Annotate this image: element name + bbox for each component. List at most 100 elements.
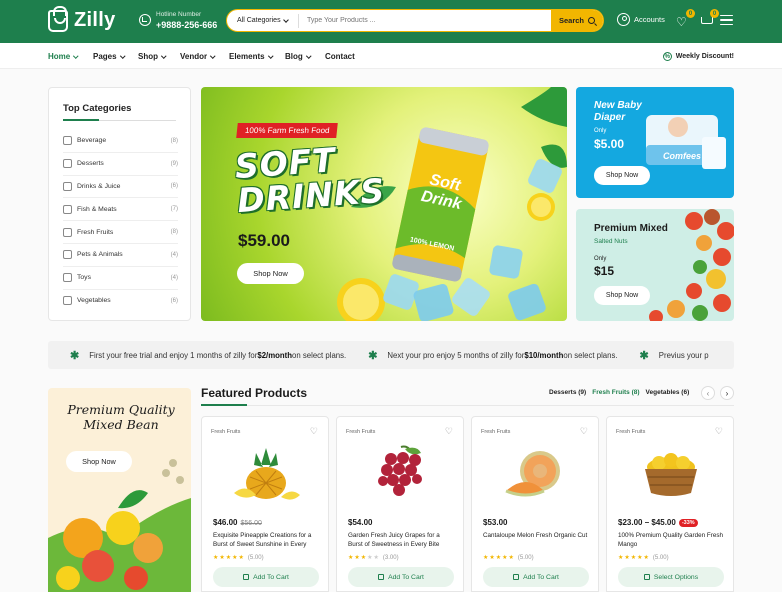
tab-vegetables[interactable]: Vegetables (6) [646,389,690,396]
top-categories-title: Top Categories [63,103,132,114]
grapes-image [378,445,422,496]
nav-label: Vendor [180,52,208,61]
weekly-discount-link[interactable]: % Weekly Discount! [662,52,734,61]
promo-banner-nuts: Premium Mixed Salted Nuts Only $15 Shop … [576,209,734,321]
promo-shop-now-button[interactable]: Shop Now [594,166,650,185]
add-to-cart-button[interactable]: Add To Cart [348,567,454,587]
hotline-number[interactable]: +9888-256-666 [156,19,217,31]
cart-button[interactable]: 0 [700,9,719,27]
user-icon [617,13,630,26]
wishlist-heart-icon[interactable]: ♡ [715,426,723,437]
wishlist-heart-icon[interactable]: ♡ [310,426,318,437]
divider [201,404,734,406]
weekly-discount-label: Weekly Discount! [675,53,734,60]
pineapple-image [234,448,300,500]
ticker-item: ✱ Previus your p [640,349,709,362]
hero-shop-now-button[interactable]: Shop Now [237,263,304,284]
product-card[interactable]: Fresh Fruits ♡ $53.00 Cantaloupe Melon F… [471,416,599,592]
search-input[interactable] [299,17,551,24]
product-name[interactable]: Exquisite Pineapple Creations for a Burs… [213,531,321,549]
promo-price: $5.00 [594,137,625,151]
prev-arrow-button[interactable]: ‹ [701,386,715,400]
product-name[interactable]: 100% Premium Quality Garden Fresh Mango [618,531,726,549]
product-card[interactable]: Fresh Fruits ♡ $54.00 Garden Fresh Juicy… [336,416,464,592]
wishlist-heart-icon[interactable]: ♡ [580,426,588,437]
nav-elements[interactable]: Elements [229,52,273,61]
wishlist-heart-icon[interactable]: ♡ [445,426,453,437]
select-options-button[interactable]: Select Options [618,567,724,587]
product-category: Fresh Fruits [481,429,511,435]
wishlist-count-badge: 0 [686,9,695,18]
star-rating: ★★★★★ (5.00) [618,555,669,561]
fish-icon [63,204,72,214]
category-name: Fish & Meats [77,205,117,213]
side-banner-mixed-bean: Premium Quality Mixed Bean Shop Now [48,388,191,592]
logo[interactable]: Zilly [48,5,116,32]
category-item-fresh-fruits[interactable]: Fresh Fruits (8) [63,221,178,244]
star-rating: ★★★★★ (3.00) [348,555,399,561]
nav-label: Home [48,52,71,61]
category-list: Beverage (8) Desserts (9) Drinks & Juice (6… [63,130,178,312]
category-select[interactable]: All Categories [227,13,299,28]
promo-price: $15 [594,264,615,278]
category-item-beverage[interactable]: Beverage (8) [63,130,178,153]
menu-icon[interactable] [720,15,733,28]
product-price: $54.00 [348,518,372,527]
nav-contact[interactable]: Contact [325,52,355,61]
search-button-label: Search [558,16,585,25]
hero-price: $59.00 [238,231,290,250]
category-item-pets[interactable]: Pets & Animals (4) [63,244,178,267]
divider [63,119,176,121]
category-item-vegetables[interactable]: Vegetables (6) [63,290,178,313]
category-name: Beverage [77,137,107,145]
promo-shop-now-button[interactable]: Shop Now [594,286,650,305]
accounts-link[interactable]: Accounts [617,13,665,26]
mango-basket-image [645,453,697,496]
product-name[interactable]: Garden Fresh Juicy Grapes for a Burst of… [348,531,456,549]
product-card[interactable]: Fresh Fruits ♡ $23.00 – $45.00 -33% 100% … [606,416,734,592]
cart-count-badge: 0 [710,9,719,18]
add-to-cart-button[interactable]: Add To Cart [483,567,589,587]
chevron-down-icon [282,16,289,23]
category-name: Vegetables [77,297,111,305]
beverage-icon [63,136,72,146]
category-name: Fresh Fruits [77,228,114,236]
nav-vendor[interactable]: Vendor [180,52,216,61]
category-count: (4) [170,251,178,258]
add-to-cart-button[interactable]: Add To Cart [213,567,319,587]
hero-banner: Soft Drink 100% LEMON 100% Farm Fresh Fo… [201,87,567,321]
tab-fresh-fruits[interactable]: Fresh Fruits (8) [592,389,639,396]
search-button[interactable]: Search [551,10,603,31]
category-item-toys[interactable]: Toys (4) [63,267,178,290]
pack-text: Comfees [663,151,701,161]
nav-home[interactable]: Home [48,52,79,61]
product-name[interactable]: Cantaloupe Melon Fresh Organic Cut [483,531,591,540]
star-rating: ★★★★★ (5.00) [483,555,534,561]
category-item-drinks[interactable]: Drinks & Juice (6) [63,176,178,199]
top-categories-panel: Top Categories Beverage (8) Desserts (9) D… [48,87,191,321]
tab-desserts[interactable]: Desserts (9) [549,389,586,396]
nav-label: Elements [229,52,265,61]
nav-label: Shop [138,52,158,61]
ticker-price: $10/month [524,350,564,360]
asterisk-icon: ✱ [70,349,80,362]
next-arrow-button[interactable]: › [720,386,734,400]
search-bar: All Categories Search [226,9,604,32]
bag-icon [378,574,385,580]
category-item-desserts[interactable]: Desserts (9) [63,153,178,176]
category-count: (7) [170,206,178,213]
vegetable-icon [63,296,72,306]
product-card[interactable]: Fresh Fruits ♡ $46.00 $56.00 Exquisite Pi… [201,416,329,592]
nav-blog[interactable]: Blog [285,52,312,61]
bag-icon [513,574,520,580]
category-count: (9) [170,160,178,167]
rating-value: (3.00) [382,555,399,561]
nav-pages[interactable]: Pages [93,52,125,61]
nav-label: Blog [285,52,303,61]
nav-shop[interactable]: Shop [138,52,167,61]
side-banner-shop-now-button[interactable]: Shop Now [66,451,132,472]
current-price: $46.00 [213,518,238,527]
wishlist-button[interactable]: 0 [676,9,695,27]
category-item-fish-meats[interactable]: Fish & Meats (7) [63,198,178,222]
accounts-label: Accounts [634,15,665,24]
